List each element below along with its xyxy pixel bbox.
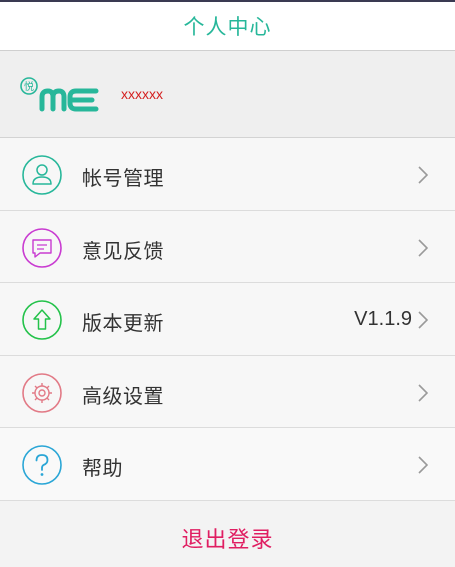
menu-item-label: 高级设置 <box>82 383 164 408</box>
help-question-icon <box>22 445 62 486</box>
logout-button[interactable]: 退出登录 <box>0 521 455 555</box>
title-bar: 个人中心 <box>0 0 455 51</box>
chevron-right-icon <box>418 166 428 184</box>
menu-item-label: 帮助 <box>82 456 123 481</box>
menu-item-feedback[interactable]: 意见反馈 <box>0 210 455 284</box>
chevron-right-icon <box>418 456 428 474</box>
menu-item-label: 帐号管理 <box>82 166 164 190</box>
version-value: V1.1.9 <box>354 308 412 331</box>
menu-item-label: 意见反馈 <box>82 238 164 263</box>
menu-item-advanced-settings[interactable]: 高级设置 <box>0 355 455 429</box>
logout-section: 退出登录 <box>0 501 455 567</box>
menu-list: 帐号管理 意见反馈 版本更新 V1.1.9 高级设置 帮助 <box>0 138 455 501</box>
menu-item-update[interactable]: 版本更新 V1.1.9 <box>0 283 455 356</box>
chevron-right-icon <box>418 239 428 257</box>
user-icon <box>22 155 62 195</box>
chevron-right-icon <box>418 311 428 329</box>
menu-item-label: 版本更新 <box>82 311 164 336</box>
chat-bubble-icon <box>22 227 62 268</box>
app-logo: 悦 <box>20 77 99 112</box>
username: xxxxxx <box>121 86 163 102</box>
profile-section[interactable]: 悦 xxxxxx <box>0 51 455 138</box>
menu-item-account[interactable]: 帐号管理 <box>0 138 455 211</box>
menu-item-help[interactable]: 帮助 <box>0 428 455 501</box>
page-title: 个人中心 <box>183 15 272 39</box>
upload-arrow-icon <box>22 300 62 340</box>
logo-badge-text: 悦 <box>24 80 34 93</box>
gear-icon <box>22 372 62 413</box>
app-window: 个人中心 悦 xxxxxx 帐号管理 意见反馈 版本更新 V1.1.9 高级设置… <box>0 0 455 567</box>
chevron-right-icon <box>418 384 428 402</box>
